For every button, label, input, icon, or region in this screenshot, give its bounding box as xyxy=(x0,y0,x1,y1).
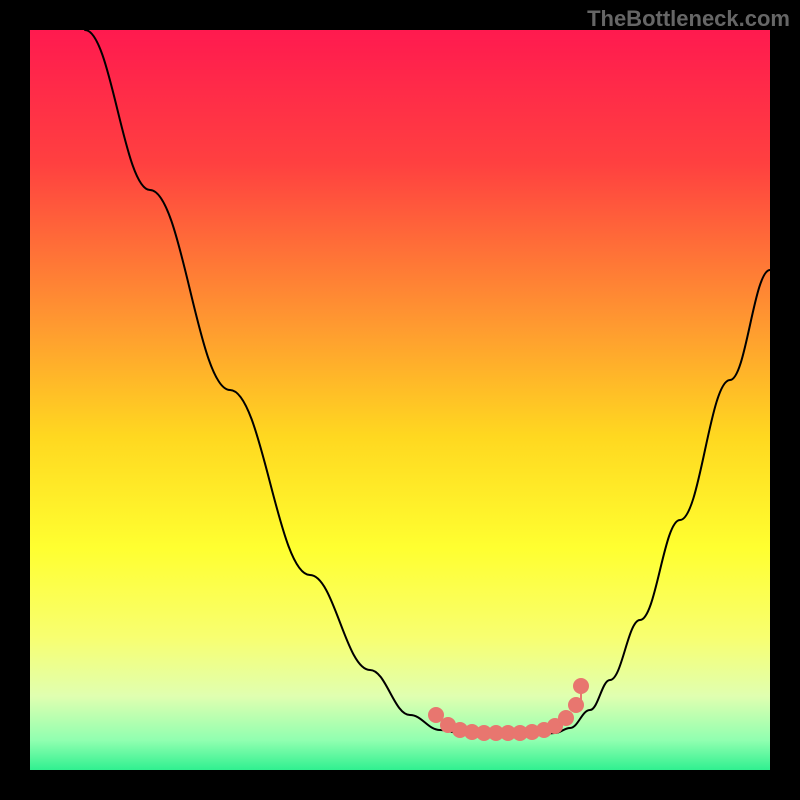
chart-svg xyxy=(30,30,770,770)
chart-frame: TheBottleneck.com xyxy=(0,0,800,800)
gradient-background xyxy=(30,30,770,770)
marker-cluster-point xyxy=(558,710,574,726)
watermark-text: TheBottleneck.com xyxy=(587,6,790,32)
plot-area xyxy=(30,30,770,770)
